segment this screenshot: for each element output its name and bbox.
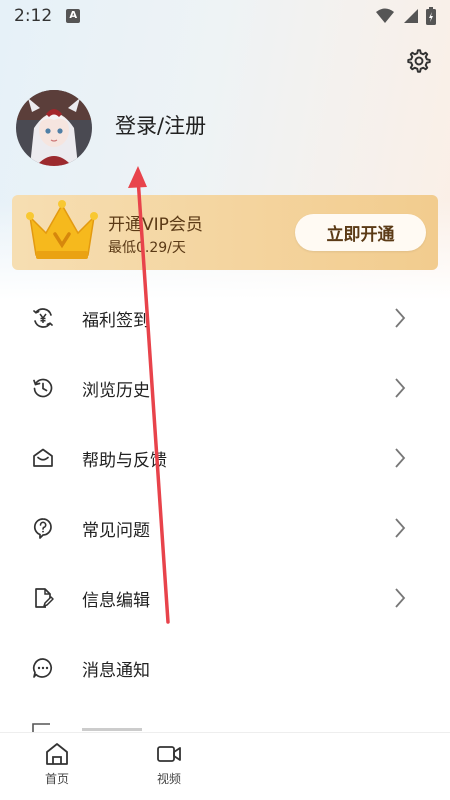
menu-item-help-feedback[interactable]: 帮助与反馈 — [0, 423, 450, 493]
bottom-tab-bar: 首页 视频 — [0, 732, 450, 800]
edit-doc-icon — [30, 585, 56, 611]
menu-item-label: 浏览历史 — [82, 380, 150, 401]
chevron-right-icon — [395, 308, 406, 328]
yen-refresh-icon — [30, 305, 56, 331]
home-icon — [46, 743, 68, 765]
login-register-link[interactable]: 登录/注册 — [115, 110, 206, 140]
chevron-right-icon — [395, 588, 406, 608]
avatar[interactable] — [16, 90, 92, 166]
status-time: 2:12 — [14, 6, 53, 26]
menu-item-faq[interactable]: 常见问题 — [0, 493, 450, 563]
menu-item-label: 信息编辑 — [82, 590, 150, 611]
settings-button[interactable] — [402, 44, 436, 78]
menu-list: 福利签到 浏览历史 帮助与反馈 常见问题 信息编辑 消息通知 — [0, 283, 450, 703]
tab-video[interactable]: 视频 — [144, 741, 194, 787]
notification-icon: A — [66, 9, 81, 23]
question-bubble-icon — [30, 515, 56, 541]
chat-dots-icon — [30, 655, 56, 681]
activate-vip-button[interactable]: 立即开通 — [295, 214, 426, 251]
battery-icon — [426, 7, 436, 25]
menu-item-edit-info[interactable]: 信息编辑 — [0, 563, 450, 633]
menu-item-label: 福利签到 — [82, 310, 150, 331]
gear-icon — [407, 49, 431, 73]
vip-title: 开通VIP会员 — [108, 215, 203, 235]
tab-label: 首页 — [44, 772, 69, 786]
tab-home[interactable]: 首页 — [32, 741, 82, 787]
menu-item-label: 常见问题 — [82, 520, 150, 541]
chevron-right-icon — [395, 518, 406, 538]
status-bar: 2:12 A — [0, 0, 450, 32]
tab-label: 视频 — [156, 772, 181, 786]
vip-price: 最低0.29/天 — [108, 240, 186, 256]
signal-icon — [404, 9, 418, 23]
menu-item-notifications[interactable]: 消息通知 — [0, 633, 450, 703]
menu-item-label: 帮助与反馈 — [82, 450, 167, 471]
menu-item-label: 消息通知 — [82, 660, 150, 681]
mail-open-icon — [30, 445, 56, 471]
avatar-image — [16, 90, 92, 166]
crown-icon — [26, 200, 98, 259]
vip-banner[interactable]: 开通VIP会员 最低0.29/天 立即开通 — [12, 195, 438, 270]
wifi-icon — [376, 8, 394, 23]
video-icon — [157, 746, 181, 762]
menu-item-checkin[interactable]: 福利签到 — [0, 283, 450, 353]
status-icons — [376, 7, 436, 25]
chevron-right-icon — [395, 378, 406, 398]
history-icon — [30, 375, 56, 401]
chevron-right-icon — [395, 448, 406, 468]
menu-item-history[interactable]: 浏览历史 — [0, 353, 450, 423]
